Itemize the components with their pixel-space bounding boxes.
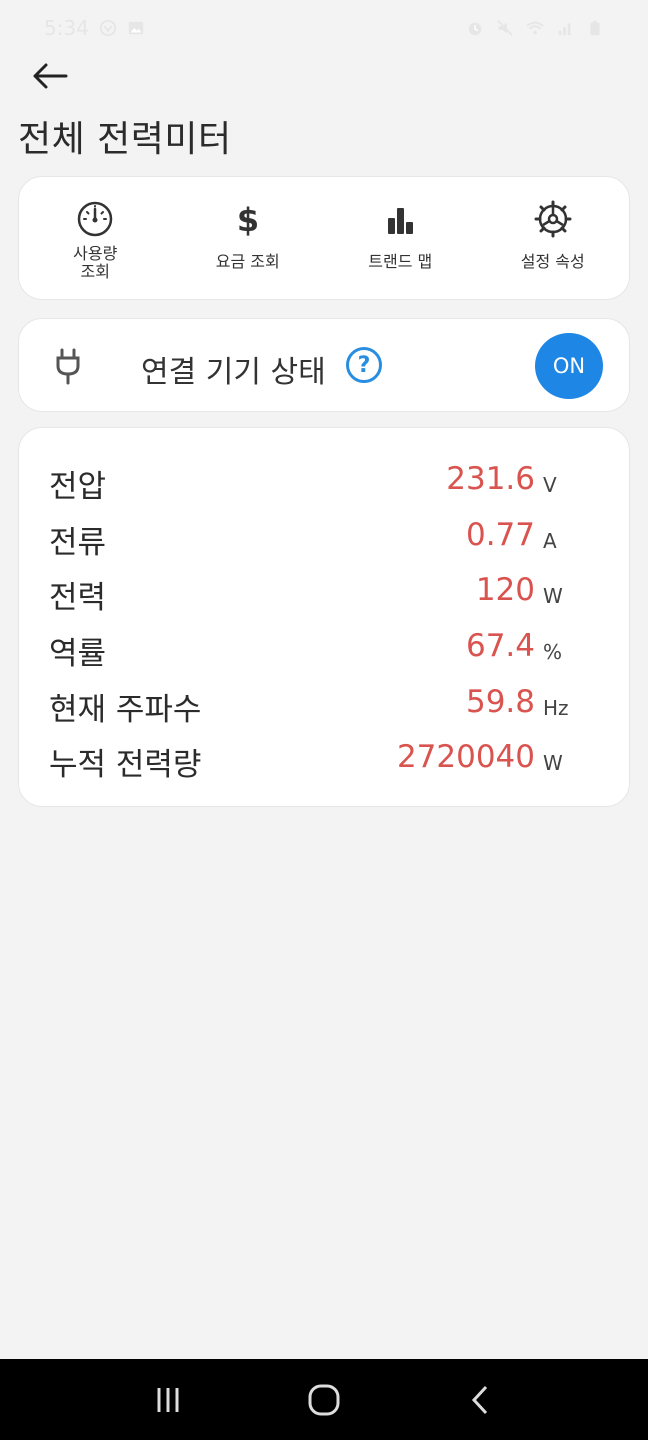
reading-unit: Hz bbox=[543, 696, 569, 720]
menu-item-trend-map[interactable]: 트랜드 맵 bbox=[324, 177, 477, 299]
bar-chart-icon bbox=[380, 199, 420, 239]
reading-value: 231.6 bbox=[446, 461, 535, 497]
reading-unit: W bbox=[543, 751, 563, 775]
reading-row-current: 전류 0.77 A bbox=[49, 517, 609, 567]
menu-card: 사용량 조회 $ 요금 조회 트랜드 맵 설정 속성 bbox=[18, 176, 630, 300]
reading-unit: W bbox=[543, 584, 563, 608]
reading-label: 역률 bbox=[49, 636, 107, 672]
device-status-label: 연결 기기 상태 bbox=[141, 355, 326, 390]
device-status-card: 연결 기기 상태 ? ON bbox=[18, 318, 630, 412]
page-title: 전체 전력미터 bbox=[18, 119, 232, 160]
reading-value: 2720040 bbox=[396, 739, 535, 775]
status-icons bbox=[466, 19, 604, 37]
reading-label: 누적 전력량 bbox=[49, 747, 202, 783]
reading-unit: A bbox=[543, 529, 557, 553]
status-left: 5:34 bbox=[44, 16, 145, 40]
help-button[interactable]: ? bbox=[346, 347, 382, 383]
battery-icon bbox=[590, 20, 600, 36]
dollar-icon: $ bbox=[228, 199, 268, 239]
gallery-icon bbox=[128, 21, 144, 35]
reading-label: 전력 bbox=[49, 580, 107, 616]
menu-item-settings[interactable]: 설정 속성 bbox=[477, 177, 630, 299]
recent-apps-icon bbox=[157, 1387, 179, 1412]
alarm-icon bbox=[468, 22, 482, 36]
back-arrow-icon bbox=[33, 63, 68, 89]
system-nav-bar bbox=[0, 1359, 648, 1440]
recent-apps-button[interactable] bbox=[138, 1370, 198, 1430]
readings-card: 전압 231.6 V 전류 0.77 A 전력 120 W 역률 67.4 % … bbox=[18, 427, 630, 807]
back-button[interactable] bbox=[28, 56, 72, 96]
menu-item-label: 트랜드 맵 bbox=[368, 252, 433, 271]
settings-icon bbox=[533, 199, 573, 239]
app-notification-icon bbox=[99, 19, 117, 37]
power-toggle-button[interactable]: ON bbox=[535, 333, 603, 399]
reading-label: 현재 주파수 bbox=[49, 692, 202, 728]
reading-unit: % bbox=[543, 640, 563, 664]
reading-row-cumulative-energy: 누적 전력량 2720040 W bbox=[49, 739, 609, 789]
plug-icon bbox=[56, 348, 80, 385]
reading-label: 전류 bbox=[49, 525, 107, 561]
reading-row-voltage: 전압 231.6 V bbox=[49, 461, 609, 511]
nav-back-button[interactable] bbox=[450, 1370, 510, 1430]
menu-item-label: 요금 조회 bbox=[215, 252, 280, 271]
home-icon bbox=[308, 1384, 340, 1415]
reading-row-power: 전력 120 W bbox=[49, 572, 609, 622]
status-bar: 5:34 bbox=[0, 0, 648, 56]
reading-row-frequency: 현재 주파수 59.8 Hz bbox=[49, 684, 609, 734]
wifi-icon bbox=[526, 21, 544, 35]
reading-unit: V bbox=[543, 473, 557, 497]
reading-value: 0.77 bbox=[465, 517, 535, 553]
home-button[interactable] bbox=[294, 1370, 354, 1430]
menu-item-label: 설정 속성 bbox=[520, 252, 585, 271]
signal-icon bbox=[558, 23, 571, 36]
reading-value: 120 bbox=[475, 572, 535, 608]
menu-item-usage[interactable]: 사용량 조회 bbox=[19, 177, 172, 299]
svg-text:$: $ bbox=[237, 201, 259, 238]
mute-icon bbox=[497, 20, 513, 36]
nav-back-icon bbox=[471, 1385, 488, 1414]
status-time: 5:34 bbox=[44, 16, 89, 40]
gauge-icon bbox=[75, 199, 115, 239]
reading-value: 67.4 bbox=[465, 628, 535, 664]
menu-item-billing[interactable]: $ 요금 조회 bbox=[172, 177, 325, 299]
menu-item-label: 사용량 조회 bbox=[73, 244, 118, 281]
reading-value: 59.8 bbox=[465, 684, 535, 720]
reading-row-power-factor: 역률 67.4 % bbox=[49, 628, 609, 678]
reading-label: 전압 bbox=[49, 469, 107, 505]
